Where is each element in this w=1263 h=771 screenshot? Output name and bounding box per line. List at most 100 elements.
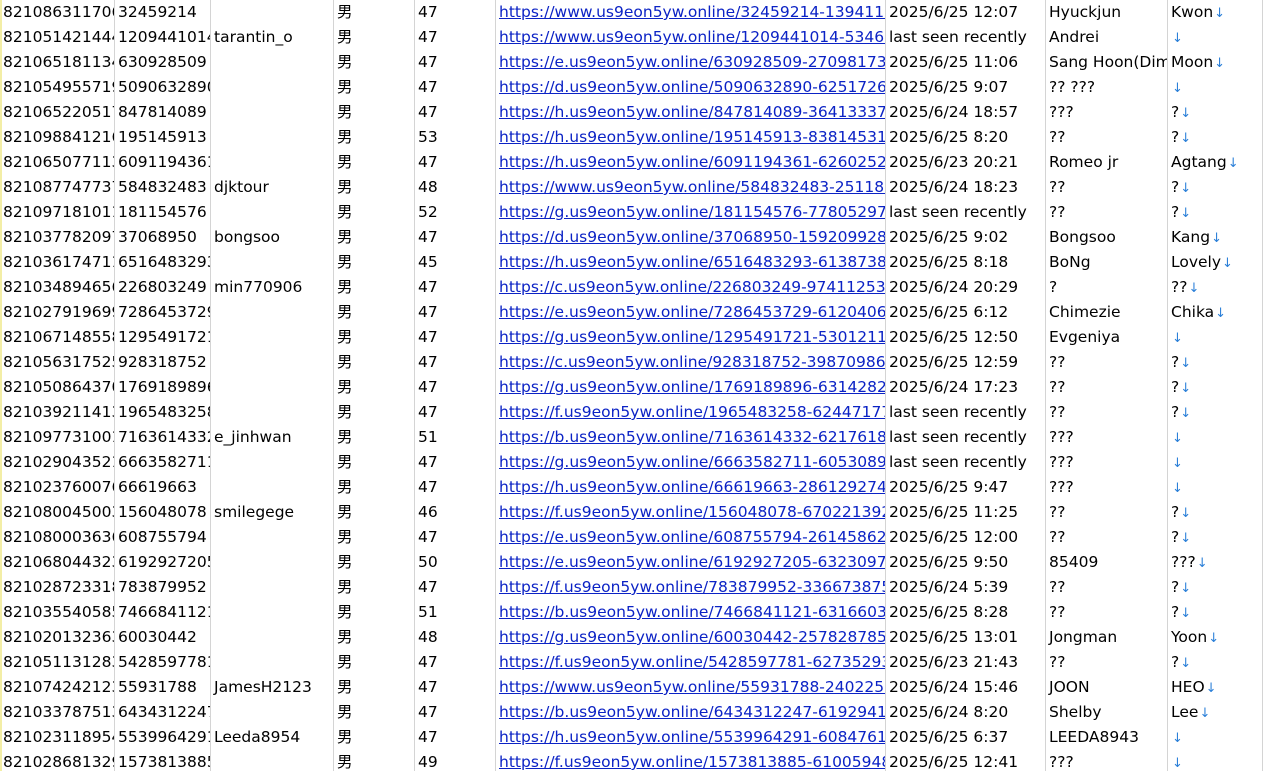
cell-sex[interactable]: 男 — [334, 225, 415, 250]
cell-last-name[interactable]: Kwon↓ — [1168, 0, 1263, 25]
cell-username[interactable] — [211, 600, 334, 625]
profile-hyperlink[interactable]: https://f.us9eon5yw.online/783879952-336… — [499, 578, 885, 596]
cell-sex[interactable]: 男 — [334, 475, 415, 500]
cell-profile-link[interactable]: https://h.us9eon5yw.online/6091194361-62… — [496, 150, 886, 175]
cell-user-uid[interactable]: 821028723318 — [0, 575, 115, 600]
cell-user-uid[interactable]: 821098841216 — [0, 125, 115, 150]
cell-last-seen[interactable]: 2025/6/25 11:06 — [886, 50, 1046, 75]
cell-first-name[interactable]: Bongsoo — [1046, 225, 1168, 250]
cell-user-uid[interactable]: 821054955719 — [0, 75, 115, 100]
cell-last-name[interactable]: Chika↓ — [1168, 300, 1263, 325]
cell-user-uid[interactable]: 821065220517 — [0, 100, 115, 125]
cell-last-seen[interactable]: 2025/6/24 18:23 — [886, 175, 1046, 200]
cell-age[interactable]: 51 — [415, 600, 496, 625]
cell-first-name[interactable]: JOON — [1046, 675, 1168, 700]
cell-user-uid[interactable]: 821068044323 — [0, 550, 115, 575]
cell-user-uid[interactable]: 821020132363 — [0, 625, 115, 650]
cell-sex[interactable]: 男 — [334, 525, 415, 550]
profile-hyperlink[interactable]: https://g.us9eon5yw.online/6663582711-60… — [499, 453, 885, 471]
cell-first-name[interactable]: ?? ??? — [1046, 75, 1168, 100]
cell-age[interactable]: 47 — [415, 575, 496, 600]
cell-username[interactable] — [211, 125, 334, 150]
cell-last-name[interactable]: ↓ — [1168, 325, 1263, 350]
cell-sex[interactable]: 男 — [334, 275, 415, 300]
cell-user-uid[interactable]: 821067148558 — [0, 325, 115, 350]
profile-hyperlink[interactable]: https://f.us9eon5yw.online/1965483258-62… — [499, 403, 885, 421]
cell-last-name[interactable]: ↓ — [1168, 475, 1263, 500]
cell-last-seen[interactable]: 2025/6/24 8:20 — [886, 700, 1046, 725]
cell-last-seen[interactable]: 2025/6/24 20:29 — [886, 275, 1046, 300]
cell-account-id[interactable]: 37068950 — [115, 225, 211, 250]
cell-sex[interactable]: 男 — [334, 400, 415, 425]
cell-last-seen[interactable]: 2025/6/25 9:07 — [886, 75, 1046, 100]
cell-username[interactable]: min770906 — [211, 275, 334, 300]
cell-profile-link[interactable]: https://b.us9eon5yw.online/7163614332-62… — [496, 425, 886, 450]
cell-last-name[interactable]: Lee↓ — [1168, 700, 1263, 725]
cell-last-seen[interactable]: last seen recently — [886, 25, 1046, 50]
cell-age[interactable]: 47 — [415, 375, 496, 400]
cell-last-seen[interactable]: 2025/6/23 21:43 — [886, 650, 1046, 675]
cell-account-id[interactable]: 7286453729 — [115, 300, 211, 325]
cell-username[interactable] — [211, 700, 334, 725]
cell-profile-link[interactable]: https://g.us9eon5yw.online/1769189896-63… — [496, 375, 886, 400]
cell-first-name[interactable]: ?? — [1046, 175, 1168, 200]
cell-user-uid[interactable]: 821037782097 — [0, 225, 115, 250]
cell-first-name[interactable]: Chimezie — [1046, 300, 1168, 325]
cell-last-name[interactable]: Yoon↓ — [1168, 625, 1263, 650]
cell-user-uid[interactable]: 821050864370 — [0, 375, 115, 400]
cell-account-id[interactable]: 66619663 — [115, 475, 211, 500]
cell-age[interactable]: 47 — [415, 100, 496, 125]
cell-sex[interactable]: 男 — [334, 375, 415, 400]
cell-profile-link[interactable]: https://g.us9eon5yw.online/60030442-2578… — [496, 625, 886, 650]
cell-username[interactable] — [211, 100, 334, 125]
cell-account-id[interactable]: 6091194361 — [115, 150, 211, 175]
cell-username[interactable] — [211, 350, 334, 375]
cell-last-seen[interactable]: last seen recently — [886, 200, 1046, 225]
cell-account-id[interactable]: 226803249 — [115, 275, 211, 300]
cell-profile-link[interactable]: https://c.us9eon5yw.online/226803249-974… — [496, 275, 886, 300]
profile-hyperlink[interactable]: https://d.us9eon5yw.online/5090632890-62… — [499, 78, 885, 96]
cell-sex[interactable]: 男 — [334, 425, 415, 450]
cell-account-id[interactable]: 6192927205 — [115, 550, 211, 575]
cell-sex[interactable]: 男 — [334, 100, 415, 125]
cell-sex[interactable]: 男 — [334, 350, 415, 375]
cell-last-name[interactable]: ?↓ — [1168, 600, 1263, 625]
profile-hyperlink[interactable]: https://www.us9eon5yw.online/55931788-24… — [499, 678, 885, 696]
cell-user-uid[interactable]: 821051421444 — [0, 25, 115, 50]
cell-user-uid[interactable]: 821051131283 — [0, 650, 115, 675]
cell-username[interactable]: JamesH2123 — [211, 675, 334, 700]
cell-last-name[interactable]: ?↓ — [1168, 575, 1263, 600]
cell-account-id[interactable]: 5539964291 — [115, 725, 211, 750]
cell-last-seen[interactable]: last seen recently — [886, 450, 1046, 475]
cell-user-uid[interactable]: 821033787513 — [0, 700, 115, 725]
cell-first-name[interactable]: ?? — [1046, 600, 1168, 625]
cell-last-seen[interactable]: 2025/6/25 6:12 — [886, 300, 1046, 325]
profile-hyperlink[interactable]: https://www.us9eon5yw.online/584832483-2… — [499, 178, 885, 196]
cell-profile-link[interactable]: https://h.us9eon5yw.online/6516483293-61… — [496, 250, 886, 275]
cell-last-name[interactable]: ?↓ — [1168, 350, 1263, 375]
cell-user-uid[interactable]: 821035540585 — [0, 600, 115, 625]
cell-sex[interactable]: 男 — [334, 575, 415, 600]
cell-profile-link[interactable]: https://e.us9eon5yw.online/608755794-261… — [496, 525, 886, 550]
cell-user-uid[interactable]: 821097731001 — [0, 425, 115, 450]
cell-sex[interactable]: 男 — [334, 700, 415, 725]
cell-last-seen[interactable]: 2025/6/25 9:02 — [886, 225, 1046, 250]
cell-profile-link[interactable]: https://g.us9eon5yw.online/1295491721-53… — [496, 325, 886, 350]
cell-last-name[interactable]: Lovely↓ — [1168, 250, 1263, 275]
cell-last-name[interactable]: ???↓ — [1168, 550, 1263, 575]
cell-last-seen[interactable]: 2025/6/24 18:57 — [886, 100, 1046, 125]
cell-account-id[interactable]: 5090632890 — [115, 75, 211, 100]
cell-username[interactable] — [211, 0, 334, 25]
cell-account-id[interactable]: 5428597781 — [115, 650, 211, 675]
cell-age[interactable]: 47 — [415, 275, 496, 300]
cell-first-name[interactable]: Evgeniya — [1046, 325, 1168, 350]
cell-age[interactable]: 51 — [415, 425, 496, 450]
cell-age[interactable]: 48 — [415, 625, 496, 650]
profile-hyperlink[interactable]: https://h.us9eon5yw.online/195145913-838… — [499, 128, 885, 146]
cell-last-seen[interactable]: 2025/6/25 8:28 — [886, 600, 1046, 625]
cell-first-name[interactable]: ?? — [1046, 350, 1168, 375]
cell-age[interactable]: 47 — [415, 150, 496, 175]
cell-last-name[interactable]: ↓ — [1168, 725, 1263, 750]
profile-hyperlink[interactable]: https://b.us9eon5yw.online/7466841121-63… — [499, 603, 885, 621]
cell-profile-link[interactable]: https://www.us9eon5yw.online/584832483-2… — [496, 175, 886, 200]
